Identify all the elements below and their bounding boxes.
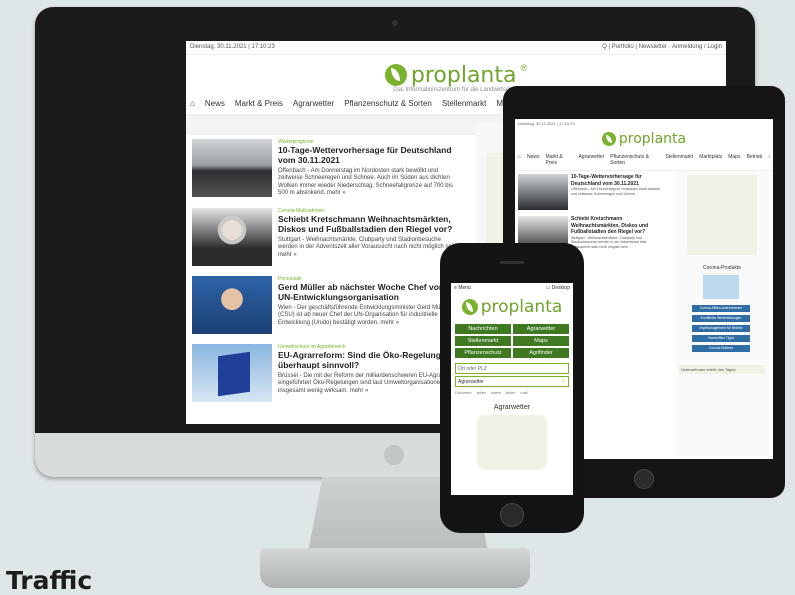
phone-screen: ≡ Menü ▭ Desktop proplanta Nachrichten A… xyxy=(451,283,573,495)
article-image-portrait[interactable] xyxy=(192,275,272,334)
article-image-car-snow[interactable] xyxy=(192,139,272,197)
nav-item-markt[interactable]: Markt & Preis xyxy=(235,99,283,108)
nav-item[interactable]: Marktplatz xyxy=(699,154,722,166)
grid-button-agrarwetter[interactable]: Agrarwetter xyxy=(513,324,569,334)
list-item[interactable]: Personalie Gerd Müller ab nächster Woche… xyxy=(192,275,460,334)
desktop-label: Desktop xyxy=(551,285,570,291)
grid-button-stellenmarkt[interactable]: Stellenmarkt xyxy=(455,336,511,346)
article-title[interactable]: 10-Tage-Wettervorhersage für Deutschland… xyxy=(571,174,662,187)
nav-item-news[interactable]: News xyxy=(205,99,225,108)
sidebar-title: Corona-Produkte xyxy=(702,265,742,271)
article-title[interactable]: EU-Agrarreform: Sind die Öko-Regelungen … xyxy=(278,350,460,371)
share-facebook[interactable]: teilen xyxy=(477,390,487,395)
nav-item-stellenmarkt[interactable]: Stellenmarkt xyxy=(442,99,486,108)
tablet-nav: ⌂ News Markt & Preis Agrarwetter Pflanze… xyxy=(515,150,773,171)
article-title[interactable]: Gerd Müller ab nächster Woche Chef von U… xyxy=(278,282,460,303)
article-image-eu-flag[interactable] xyxy=(192,343,272,402)
tablet-home-button[interactable] xyxy=(634,469,654,489)
desktop-topline: Dienstag, 30.11.2021 | 17:10:23 Q | Port… xyxy=(186,41,726,55)
chevron-right-icon[interactable]: › xyxy=(768,154,770,166)
share-xing[interactable]: teilen xyxy=(506,390,516,395)
grid-button-agrifinder[interactable]: Agrifinder xyxy=(513,348,569,358)
article-teaser: Stuttgart - Weihnachtsmärkte, Clubparty … xyxy=(571,235,647,249)
monitor-base xyxy=(260,548,530,588)
article-teaser: Offenbach - Am Donnerstag im Nordosten s… xyxy=(278,167,453,197)
sidebar-button[interactable]: Homeoffice Tipps xyxy=(692,335,750,342)
menu-button[interactable]: ≡ Menü xyxy=(454,285,471,291)
category-value: Agrarwetter xyxy=(458,379,484,385)
article-title[interactable]: Schiebt Kretschmann Weihnachtsmärkten, D… xyxy=(571,216,662,236)
brand-name: proplanta xyxy=(410,62,517,88)
phone-menu-grid: Nachrichten Agrarwetter Stellenmarkt Map… xyxy=(451,324,573,358)
list-item[interactable]: Corona-Maßnahmen Schiebt Kretschmann Wei… xyxy=(192,207,460,266)
account-links[interactable]: Q | Portfolio | Newsletter · Anmeldung /… xyxy=(602,44,722,51)
tablet-logo[interactable]: proplanta xyxy=(515,128,773,150)
phone-home-button[interactable] xyxy=(500,503,524,527)
nav-item[interactable]: Maps xyxy=(728,154,740,166)
nav-item[interactable]: Markt & Preis xyxy=(546,154,573,166)
share-mail[interactable]: mail xyxy=(520,390,527,395)
nav-item-agrarwetter[interactable]: Agrarwetter xyxy=(293,99,334,108)
weather-map[interactable] xyxy=(687,175,757,255)
sidebar-button[interactable]: Impfmanagement für Betrieb xyxy=(692,325,750,332)
date-time: Dienstag, 30.11.2021 | 17:10:23 xyxy=(190,44,275,50)
category-select[interactable]: Agrarwetter ⌕ xyxy=(455,376,569,387)
weather-map[interactable] xyxy=(477,415,547,470)
grid-button-nachrichten[interactable]: Nachrichten xyxy=(455,324,511,334)
phone-device: ≡ Menü ▭ Desktop proplanta Nachrichten A… xyxy=(440,243,584,533)
article-title[interactable]: Schiebt Kretschmann Weihnachtsmärkten, D… xyxy=(278,214,460,235)
share-bar: Favoriten teilen tweet teilen mail xyxy=(451,387,573,398)
article-teaser: Brüssel - Die mit der Reform der milliar… xyxy=(278,372,460,394)
grid-button-maps[interactable]: Maps xyxy=(513,336,569,346)
share-twitter[interactable]: tweet xyxy=(491,390,501,395)
webcam xyxy=(392,20,398,26)
registered-mark: ® xyxy=(520,63,528,73)
list-item[interactable]: Umweltschutz im Agrarbereich EU-Agrarref… xyxy=(192,343,460,402)
article-title[interactable]: 10-Tage-Wettervorhersage für Deutschland… xyxy=(278,145,460,166)
desktop-button[interactable]: ▭ Desktop xyxy=(546,285,570,291)
leaf-logo-icon xyxy=(601,132,616,146)
nav-item[interactable]: Betrieb xyxy=(746,154,762,166)
phone-speaker xyxy=(500,261,524,264)
weather-title: Agrarwetter xyxy=(493,404,531,411)
sidebar-button[interactable]: Corona-Hilfen Unternehmen xyxy=(692,305,750,312)
nav-item[interactable]: Stellenmarkt xyxy=(665,154,693,166)
location-input[interactable]: Ort oder PLZ xyxy=(455,363,569,374)
sidebar-note: Unternehmen erlebt des Tages xyxy=(679,365,765,374)
nav-item[interactable]: Pflanzenschutz & Sorten xyxy=(610,154,659,166)
sidebar-image xyxy=(703,275,739,299)
sidebar-button[interactable]: Corona-Hotlines xyxy=(692,345,750,352)
sidebar-button[interactable]: Kreditfreie Weiterbildungen xyxy=(692,315,750,322)
article-teaser: Wien - Der geschäftsführende Entwicklung… xyxy=(278,304,449,326)
grid-button-pflanzenschutz[interactable]: Pflanzenschutz xyxy=(455,348,511,358)
caption-title: Traffic xyxy=(6,566,93,595)
tablet-topline: Dienstag, 30.11.2021 | 17:10:23 xyxy=(518,121,575,126)
brand-name: proplanta xyxy=(618,131,687,147)
leaf-logo-icon xyxy=(384,64,407,86)
menu-label: Menü xyxy=(458,285,471,291)
nav-item[interactable]: News xyxy=(527,154,540,166)
list-item[interactable]: Wetterprognose 10-Tage-Wettervorhersage … xyxy=(192,139,460,198)
article-image[interactable] xyxy=(518,174,568,210)
article-teaser: Stuttgart - Weihnachtsmärkte, Clubparty … xyxy=(278,236,459,258)
monitor-logo xyxy=(384,445,404,465)
leaf-logo-icon xyxy=(461,299,478,315)
tablet-sidebar: Corona-Produkte Corona-Hilfen Unternehme… xyxy=(675,171,769,456)
nav-item[interactable]: Agrarwetter xyxy=(578,154,604,166)
home-icon[interactable]: ⌂ xyxy=(190,99,195,108)
article-image-portrait-mask[interactable] xyxy=(192,207,272,266)
article-teaser: Offenbach - Am Donnerstag im Nordosten s… xyxy=(571,187,660,196)
search-icon[interactable]: ⌕ xyxy=(562,378,565,384)
list-item[interactable]: 10-Tage-Wettervorhersage für Deutschland… xyxy=(515,171,665,213)
home-icon[interactable]: ⌂ xyxy=(518,154,521,166)
phone-logo[interactable]: proplanta xyxy=(451,293,573,321)
article-list: Wetterprognose 10-Tage-Wettervorhersage … xyxy=(186,135,466,416)
share-favoriten[interactable]: Favoriten xyxy=(455,390,472,395)
brand-name: proplanta xyxy=(480,297,563,317)
phone-topbar: ≡ Menü ▭ Desktop xyxy=(451,283,573,293)
nav-item-pflanzenschutz[interactable]: Pflanzenschutz & Sorten xyxy=(344,99,432,108)
